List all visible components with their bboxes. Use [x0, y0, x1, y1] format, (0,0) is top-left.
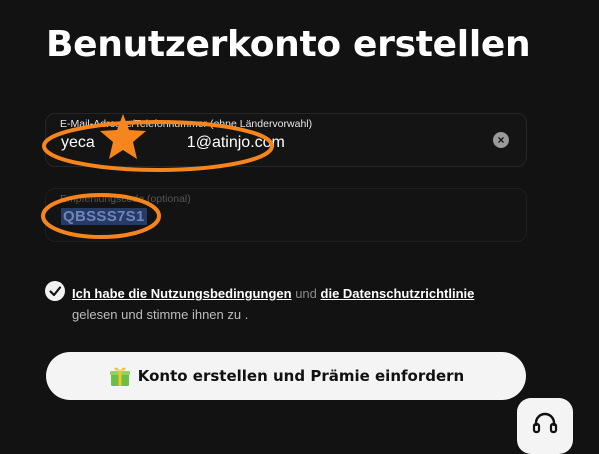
create-account-label: Konto erstellen und Prämie einfordern: [137, 367, 465, 385]
email-field-label: E-Mail-Adresse/Telefonnummer (ohne Lände…: [60, 118, 313, 130]
gift-icon: [109, 367, 130, 386]
email-field-value[interactable]: yeca 1@atinjo.com: [61, 134, 285, 152]
referral-code-label: Empfehlungscode (optional): [60, 193, 191, 205]
page-title: Benutzerkonto erstellen: [46, 24, 531, 65]
support-button[interactable]: [517, 398, 573, 454]
consent-suffix: gelesen und stimme ihnen zu .: [72, 307, 249, 322]
email-value-prefix: yeca: [61, 134, 95, 151]
referral-code-field[interactable]: Empfehlungscode (optional) QBSSS7S1: [45, 188, 527, 242]
email-field[interactable]: E-Mail-Adresse/Telefonnummer (ohne Lände…: [45, 113, 527, 167]
referral-code-value[interactable]: QBSSS7S1: [61, 208, 147, 225]
terms-link[interactable]: Ich habe die Nutzungsbedingungen: [72, 286, 292, 301]
consent-checkbox[interactable]: [45, 281, 65, 301]
clear-icon[interactable]: ×: [493, 132, 509, 148]
email-value-suffix: 1@atinjo.com: [186, 134, 285, 151]
headset-icon: [532, 412, 558, 434]
privacy-policy-link[interactable]: die Datenschutzrichtlinie: [321, 286, 475, 301]
create-account-button[interactable]: Konto erstellen und Prämie einfordern: [46, 352, 526, 400]
consent-and: und: [295, 286, 317, 301]
consent-text: Ich habe die Nutzungsbedingungen und die…: [72, 283, 512, 325]
checkmark-icon: [49, 286, 62, 297]
